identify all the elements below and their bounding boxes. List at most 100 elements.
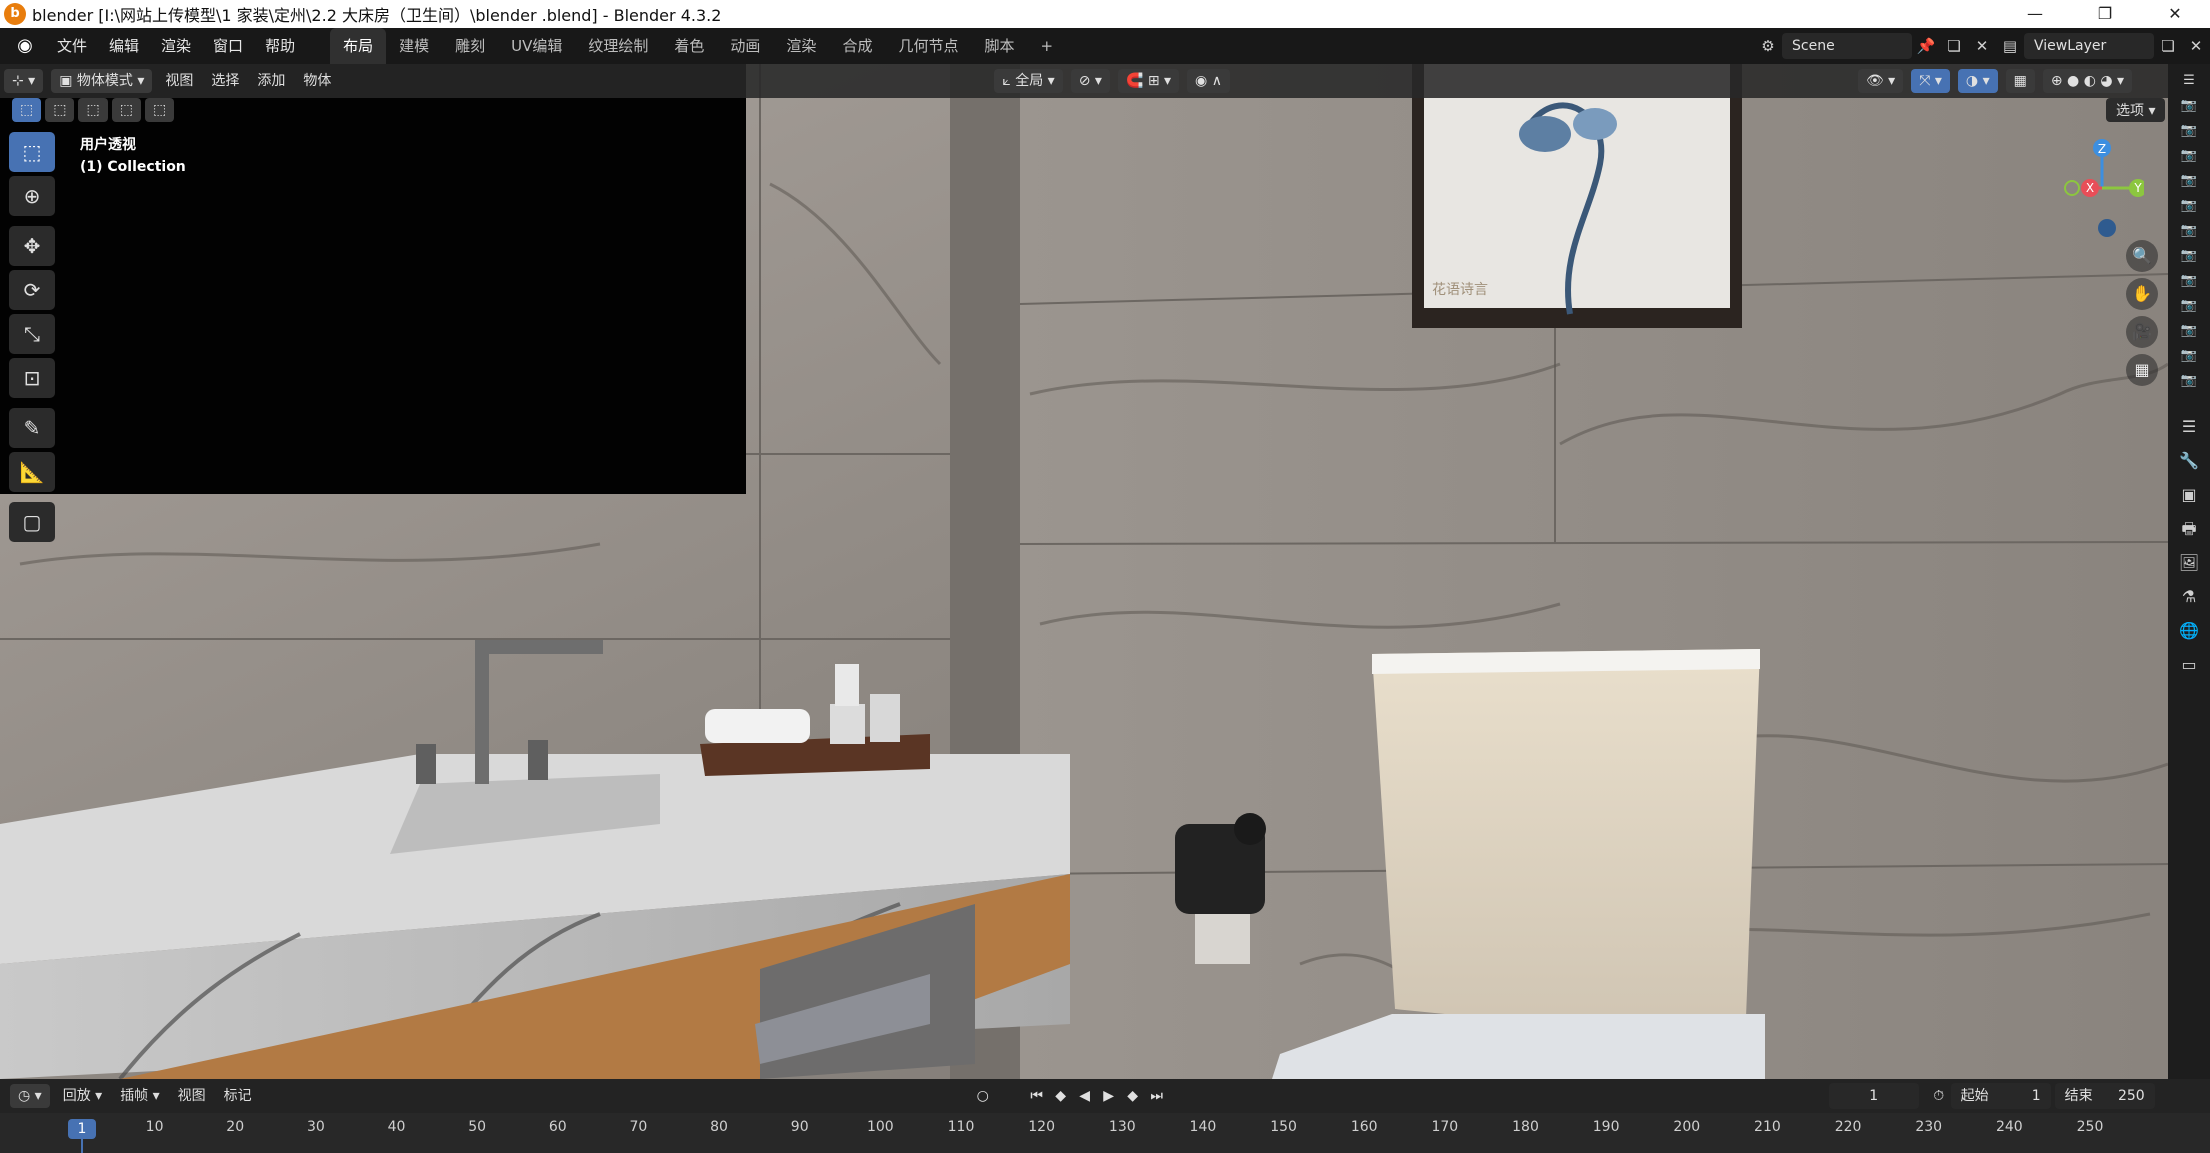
- tab-modeling[interactable]: 建模: [386, 28, 442, 64]
- camera-icon[interactable]: 📷: [2179, 273, 2199, 289]
- camera-icon[interactable]: 📷: [2179, 98, 2199, 114]
- camera-icon[interactable]: 📷: [2179, 348, 2199, 364]
- annotate-tool[interactable]: ✎: [9, 408, 55, 448]
- menu-file[interactable]: 文件: [46, 28, 98, 64]
- ortho-grid-icon[interactable]: ▦: [2126, 354, 2158, 386]
- zoom-icon[interactable]: 🔍: [2126, 240, 2158, 272]
- end-frame-field[interactable]: 结束 250: [2054, 1083, 2155, 1109]
- menu-edit[interactable]: 编辑: [98, 28, 150, 64]
- select-subtract-button[interactable]: ⬚: [78, 98, 108, 122]
- menu-object[interactable]: 物体: [294, 64, 340, 98]
- maximize-button[interactable]: ❐: [2070, 0, 2140, 28]
- scene-field[interactable]: Scene: [1782, 33, 1912, 59]
- pivot-dropdown[interactable]: ⊘ ▾: [1070, 69, 1110, 93]
- pin-icon[interactable]: 📌: [1912, 33, 1940, 59]
- options-dropdown[interactable]: 选项 ▾: [2106, 98, 2166, 122]
- select-box-tool[interactable]: ⬚: [9, 132, 55, 172]
- menu-keying[interactable]: 插帧 ▾: [111, 1079, 168, 1113]
- xray-toggle[interactable]: ▦: [2005, 69, 2035, 93]
- tab-texture-paint[interactable]: 纹理绘制: [575, 28, 661, 64]
- menu-window[interactable]: 窗口: [202, 28, 254, 64]
- close-button[interactable]: ✕: [2140, 0, 2210, 28]
- frame-ruler[interactable]: 10 20 30 40 50 60 70 80 90 100 110 120 130 140 150 160 1…: [0, 1113, 2210, 1153]
- snap-toggle[interactable]: 🧲 ⊞ ▾: [1117, 69, 1180, 93]
- next-keyframe-icon[interactable]: ◆: [1121, 1084, 1145, 1108]
- camera-icon[interactable]: 📷: [2179, 323, 2199, 339]
- view-layer-properties-icon[interactable]: 🖼: [2174, 548, 2204, 578]
- current-frame-field[interactable]: 1: [1828, 1083, 1919, 1109]
- camera-icon[interactable]: 📷: [2179, 223, 2199, 239]
- pan-hand-icon[interactable]: ✋: [2126, 278, 2158, 310]
- menu-render[interactable]: 渲染: [150, 28, 202, 64]
- add-cube-tool[interactable]: ▢: [9, 502, 55, 542]
- jump-start-icon[interactable]: ⏮: [1025, 1084, 1049, 1108]
- play-icon[interactable]: ▶: [1097, 1084, 1121, 1108]
- tab-uv-editing[interactable]: UV编辑: [498, 28, 575, 64]
- render-properties-icon[interactable]: ▣: [2174, 480, 2204, 510]
- camera-icon[interactable]: 📷: [2179, 148, 2199, 164]
- move-tool[interactable]: ✥: [9, 226, 55, 266]
- cursor-tool[interactable]: ⊕: [9, 176, 55, 216]
- camera-icon[interactable]: 📷: [2179, 173, 2199, 189]
- minimize-button[interactable]: —: [2000, 0, 2070, 28]
- camera-icon[interactable]: 📷: [2179, 123, 2199, 139]
- navigation-gizmo[interactable]: Z X Y: [2060, 130, 2147, 250]
- tab-scripting[interactable]: 脚本: [971, 28, 1027, 64]
- measure-tool[interactable]: 📐: [9, 452, 55, 492]
- collection-properties-icon[interactable]: ▭: [2174, 650, 2204, 680]
- menu-add[interactable]: 添加: [248, 64, 294, 98]
- 3d-viewport[interactable]: 花语诗言: [0, 64, 2168, 1079]
- camera-icon[interactable]: 📷: [2179, 198, 2199, 214]
- camera-icon[interactable]: 📷: [2179, 298, 2199, 314]
- auto-key-icon[interactable]: ○: [971, 1084, 995, 1108]
- camera-icon[interactable]: 📷: [2179, 373, 2199, 389]
- camera-icon[interactable]: 📷: [2179, 248, 2199, 264]
- scene-icon[interactable]: ⚙: [1754, 33, 1782, 59]
- play-reverse-icon[interactable]: ◀: [1073, 1084, 1097, 1108]
- output-properties-icon[interactable]: 🖶: [2174, 514, 2204, 544]
- view-layer-field[interactable]: ViewLayer: [2024, 33, 2154, 59]
- visibility-dropdown[interactable]: 👁 ▾: [1857, 69, 1904, 93]
- tab-geometry-nodes[interactable]: 几何节点: [885, 28, 971, 64]
- transform-orientation-dropdown[interactable]: ⟀ 全局 ▾: [994, 69, 1063, 93]
- properties-toggle-icon[interactable]: ☰: [2174, 412, 2204, 442]
- menu-view[interactable]: 视图: [156, 64, 202, 98]
- menu-select[interactable]: 选择: [202, 64, 248, 98]
- world-properties-icon[interactable]: 🌐: [2174, 616, 2204, 646]
- outliner-toggle-icon[interactable]: ☰: [2179, 73, 2199, 89]
- select-new-button[interactable]: ⬚: [12, 98, 42, 122]
- camera-view-icon[interactable]: 🎥: [2126, 316, 2158, 348]
- add-workspace-button[interactable]: +: [1027, 28, 1066, 64]
- select-intersect-button[interactable]: ⬚: [144, 98, 175, 122]
- tab-layout[interactable]: 布局: [330, 28, 387, 64]
- delete-view-layer-icon[interactable]: ✕: [2182, 33, 2210, 59]
- transform-tool[interactable]: ⊡: [9, 358, 55, 398]
- scale-tool[interactable]: ⤡: [9, 314, 55, 354]
- blender-menu-icon[interactable]: ◉: [12, 33, 38, 59]
- delete-scene-icon[interactable]: ✕: [1968, 33, 1996, 59]
- proportional-edit-toggle[interactable]: ◉ ∧: [1187, 69, 1230, 93]
- gizmo-toggle[interactable]: ⤧ ▾: [1911, 69, 1950, 93]
- select-extend-button[interactable]: ⬚: [45, 98, 75, 122]
- new-view-layer-icon[interactable]: ❏: [2154, 33, 2182, 59]
- menu-timeline-view[interactable]: 视图: [169, 1079, 215, 1113]
- menu-help[interactable]: 帮助: [254, 28, 306, 64]
- menu-marker[interactable]: 标记: [215, 1079, 261, 1113]
- tool-properties-icon[interactable]: 🔧: [2174, 446, 2204, 476]
- prev-keyframe-icon[interactable]: ◆: [1049, 1084, 1073, 1108]
- jump-end-icon[interactable]: ⏭: [1145, 1084, 1169, 1108]
- preview-range-icon[interactable]: ⏱: [1927, 1084, 1951, 1108]
- shading-modes[interactable]: ⊕ ● ◐ ◕ ▾: [2042, 69, 2133, 93]
- timeline-editor-type[interactable]: ◷ ▾: [10, 1084, 50, 1108]
- tab-compositing[interactable]: 合成: [829, 28, 885, 64]
- editor-type-dropdown[interactable]: ⊹ ▾: [4, 69, 44, 93]
- new-scene-icon[interactable]: ❏: [1940, 33, 1968, 59]
- menu-playback[interactable]: 回放 ▾: [54, 1079, 111, 1113]
- tab-rendering[interactable]: 渲染: [773, 28, 829, 64]
- tab-animation[interactable]: 动画: [717, 28, 773, 64]
- playhead-frame[interactable]: 1: [68, 1119, 96, 1139]
- overlay-toggle[interactable]: ◑ ▾: [1957, 69, 1998, 93]
- object-mode-dropdown[interactable]: ▣ 物体模式 ▾: [51, 69, 153, 93]
- start-frame-field[interactable]: 起始 1: [1950, 1083, 2051, 1109]
- view-layer-icon[interactable]: ▤: [1996, 33, 2024, 59]
